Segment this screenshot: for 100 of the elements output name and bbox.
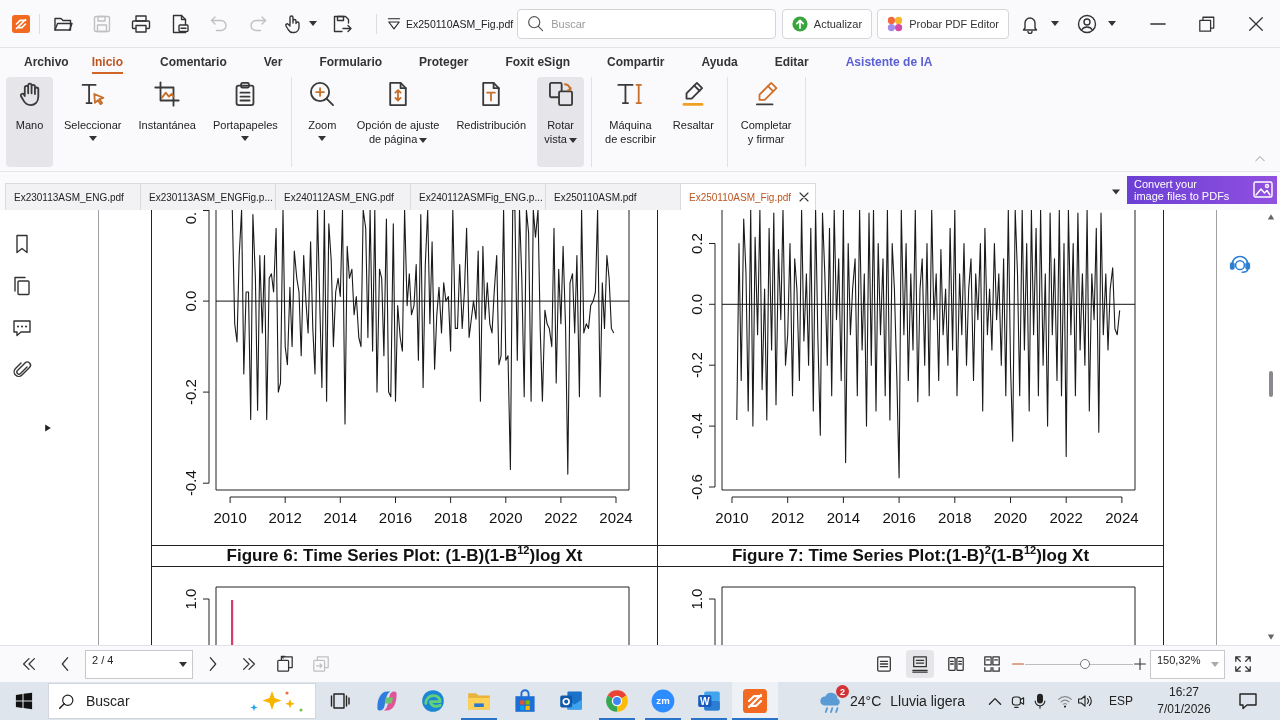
- document-tab[interactable]: Ex240112ASMFig_ENG.p...: [410, 183, 546, 210]
- language-indicator[interactable]: ESP: [1109, 694, 1133, 708]
- y-tick-label: -0.6: [688, 474, 705, 500]
- close-icon[interactable]: [1246, 14, 1265, 33]
- document-tab[interactable]: Ex250110ASM.pdf: [545, 183, 681, 210]
- y-tick-label: 1.0: [182, 588, 199, 610]
- scroll-down-arrow-icon[interactable]: [1267, 633, 1275, 641]
- ribbon-button[interactable]: Completar y firmar: [734, 77, 798, 167]
- promo-banner[interactable]: Convert your image files to PDFs: [1127, 176, 1277, 204]
- last-page-icon[interactable]: [240, 655, 258, 673]
- search-icon: [527, 15, 545, 32]
- scroll-up-arrow-icon[interactable]: [1267, 213, 1275, 221]
- ribbon-button[interactable]: Máquina de escribir: [599, 77, 662, 167]
- y-tick-label: 0.: [182, 211, 199, 225]
- menu-tab[interactable]: Comentario: [160, 51, 227, 74]
- menu-tab[interactable]: Compartir: [607, 51, 665, 74]
- rotate-pages-icon: [547, 81, 574, 107]
- text-select-icon: [79, 81, 106, 107]
- menu-tab[interactable]: Ayuda: [701, 51, 738, 74]
- hand-pointer-icon[interactable]: [283, 13, 303, 34]
- image-icon: [1253, 180, 1273, 200]
- dropdown-triangle-icon[interactable]: [386, 15, 402, 32]
- x-tick-label: 2010: [715, 509, 749, 526]
- menu-tab[interactable]: Foxit eSign: [505, 51, 571, 74]
- slider-thumb[interactable]: [1080, 659, 1091, 669]
- y-tick-label: -0.4: [182, 470, 199, 497]
- search-icon: [58, 692, 75, 710]
- x-tick-label: 2016: [882, 509, 916, 526]
- printer-icon[interactable]: [131, 13, 151, 34]
- ribbon-button[interactable]: Redistribución: [450, 77, 533, 167]
- y-tick-label: 0.2: [688, 233, 705, 254]
- paperclip-icon[interactable]: [12, 360, 32, 380]
- continuous-page-icon: [911, 655, 929, 673]
- stacked-pages-icon[interactable]: [276, 655, 294, 673]
- clock[interactable]: 16:27 7/01/2026: [1153, 684, 1215, 718]
- menu-tab[interactable]: Ver: [263, 51, 283, 74]
- speaker-icon[interactable]: [1077, 693, 1093, 709]
- y-tick-label: -0.4: [688, 413, 705, 440]
- task-view-icon[interactable]: [330, 691, 350, 711]
- ribbon-button[interactable]: Instantánea: [132, 77, 202, 167]
- menu-tab[interactable]: Proteger: [419, 51, 469, 74]
- weather-condition-text[interactable]: Lluvia ligera: [890, 693, 965, 709]
- windows-logo-icon[interactable]: [15, 692, 33, 710]
- ribbon-button[interactable]: Resaltar: [666, 77, 720, 167]
- logo-text: W: [700, 695, 710, 707]
- comment-icon[interactable]: [12, 318, 32, 338]
- document-tab[interactable]: Ex230113ASM_ENGFig.p...: [140, 183, 276, 210]
- ribbon-button[interactable]: Seleccionar: [58, 77, 128, 167]
- expand-triangle-icon[interactable]: [44, 423, 52, 432]
- y-tick-label: 0.0: [182, 290, 199, 312]
- fullscreen-icon[interactable]: [1234, 655, 1252, 673]
- document-tab[interactable]: Ex230113ASM_ENG.pdf: [5, 183, 141, 210]
- caret-icon: [309, 21, 317, 26]
- zoom-field[interactable]: 150,32%: [1150, 650, 1225, 679]
- view-mode-button[interactable]: [906, 650, 934, 678]
- ribbon-button[interactable]: Mano: [6, 77, 53, 167]
- update-button[interactable]: Actualizar: [781, 8, 873, 39]
- first-page-icon[interactable]: [20, 655, 38, 673]
- taskbar-app-button[interactable]: [732, 682, 778, 720]
- logo-text: zm: [656, 695, 670, 707]
- ribbon-button[interactable]: Rotar vista: [537, 77, 585, 167]
- x-tick-label: 2024: [599, 509, 633, 526]
- x-tick-label: 2022: [544, 509, 578, 526]
- page-number-field[interactable]: 2 / 4: [85, 650, 193, 679]
- menu-tab[interactable]: Archivo: [24, 51, 69, 74]
- restore-icon[interactable]: [1197, 14, 1216, 33]
- document-tab[interactable]: Ex240112ASM_ENG.pdf: [275, 183, 411, 210]
- try-editor-button[interactable]: Probar PDF Editor: [877, 8, 1009, 39]
- camera-icon[interactable]: [1010, 693, 1026, 709]
- figure-caption: Figure 7: Time Series Plot:(1-B)$^{2}$(1-B$^{12}$)log Xt: [731, 546, 1090, 566]
- caret-icon: [318, 136, 327, 141]
- taskbar-search-field[interactable]: Buscar: [48, 683, 316, 719]
- notification-icon[interactable]: [1238, 691, 1258, 711]
- scrollbar-thumb[interactable]: [1269, 371, 1273, 397]
- document-icon[interactable]: [170, 13, 190, 34]
- menu-tab[interactable]: Editar: [774, 51, 809, 74]
- user-icon[interactable]: [1077, 13, 1097, 34]
- document-tab[interactable]: Ex250110ASM_Fig.pdf: [680, 183, 816, 210]
- wave-logo-icon: [421, 689, 445, 713]
- floppy-arrow-icon[interactable]: [332, 13, 352, 34]
- x-tick-label: 2018: [433, 509, 468, 526]
- temperature-text[interactable]: 24°C: [850, 693, 882, 709]
- ribbon-button[interactable]: Portapapeles: [207, 77, 284, 167]
- search-field[interactable]: Buscar: [517, 8, 776, 39]
- menu-tab[interactable]: Formulario: [319, 51, 383, 74]
- app-logo-icon[interactable]: [12, 14, 30, 33]
- ribbon-button[interactable]: Zoom: [298, 77, 346, 167]
- ribbon-button[interactable]: Opción de ajuste de página: [350, 77, 446, 167]
- figure-caption: Figure 6: Time Series Plot: (1-B)(1-B$^{12}$)log Xt: [226, 546, 583, 566]
- pages-icon[interactable]: [12, 276, 32, 296]
- two-page-continuous-icon: [983, 655, 1001, 673]
- caret-icon: [88, 136, 97, 141]
- caret-icon[interactable]: [1111, 187, 1121, 197]
- plus-icon[interactable]: [1134, 658, 1146, 670]
- menu-tab[interactable]: Inicio: [91, 51, 124, 74]
- browser-circle-icon: [605, 689, 629, 713]
- pen-icon: [753, 81, 780, 107]
- microphone-icon[interactable]: [1032, 693, 1048, 709]
- close-icon[interactable]: [799, 192, 809, 202]
- menu-tab[interactable]: Asistente de IA: [845, 51, 933, 74]
